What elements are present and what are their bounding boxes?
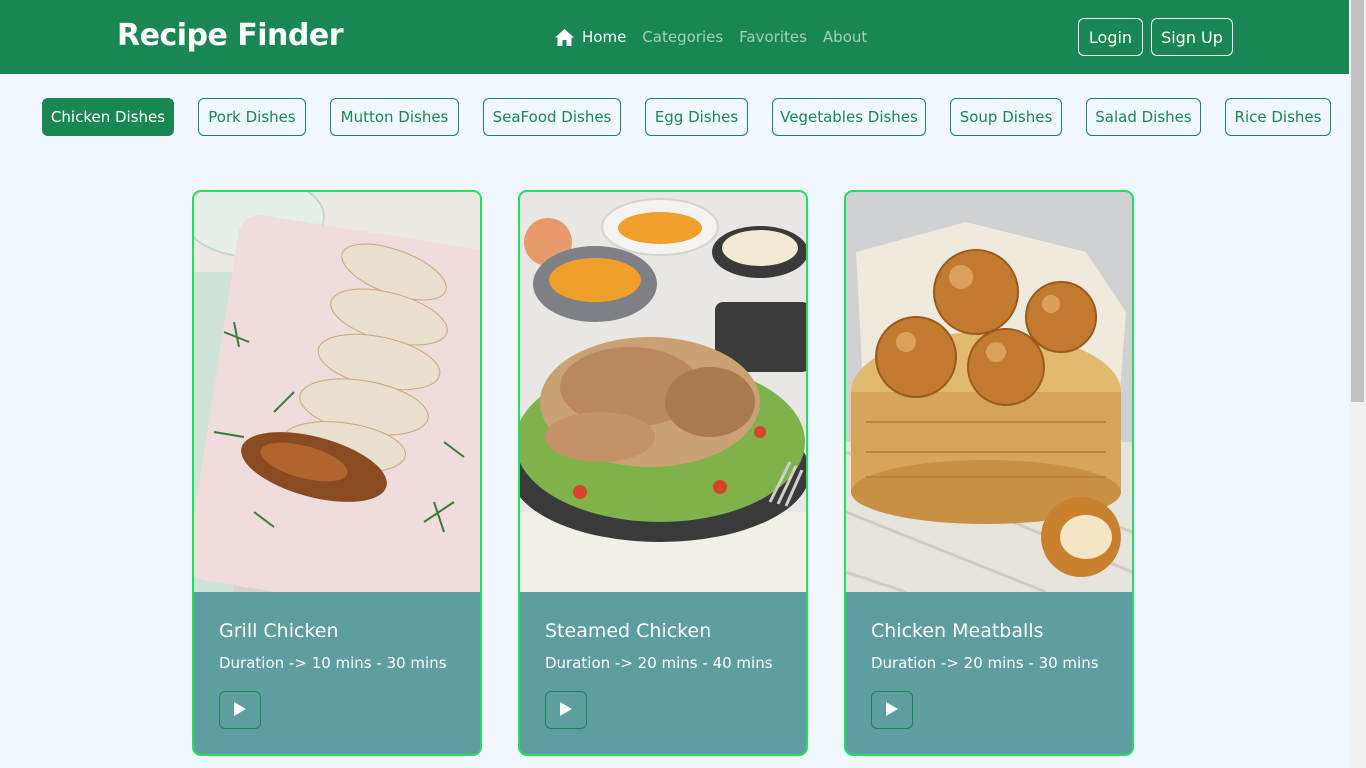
category-chicken-dishes[interactable]: Chicken Dishes (42, 98, 174, 136)
category-soup-dishes[interactable]: Soup Dishes (950, 98, 1062, 136)
fried-meatballs-photo[interactable] (846, 192, 1132, 592)
page-scrollbar-thumb[interactable] (1351, 0, 1364, 402)
recipe-card-body: Grill Chicken Duration -> 10 mins - 30 m… (194, 592, 480, 754)
recipe-card[interactable]: Steamed Chicken Duration -> 20 mins - 40… (518, 190, 808, 756)
play-button[interactable] (219, 691, 261, 729)
main-nav: Home Categories Favorites About (555, 28, 867, 46)
recipe-card[interactable]: Chicken Meatballs Duration -> 20 mins - … (844, 190, 1134, 756)
category-pork-dishes[interactable]: Pork Dishes (198, 98, 306, 136)
play-button[interactable] (545, 691, 587, 729)
signup-button[interactable]: Sign Up (1151, 18, 1233, 56)
play-icon (886, 701, 898, 720)
play-icon (234, 701, 246, 720)
recipe-title: Grill Chicken (219, 620, 339, 642)
recipe-duration: Duration -> 20 mins - 30 mins (871, 654, 1099, 672)
recipe-card[interactable]: Grill Chicken Duration -> 10 mins - 30 m… (192, 190, 482, 756)
recipe-duration: Duration -> 20 mins - 40 mins (545, 654, 773, 672)
brand-logo[interactable]: Recipe Finder (117, 18, 344, 53)
play-button[interactable] (871, 691, 913, 729)
category-egg-dishes[interactable]: Egg Dishes (645, 98, 748, 136)
recipe-title: Chicken Meatballs (871, 620, 1044, 642)
category-rice-dishes[interactable]: Rice Dishes (1225, 98, 1331, 136)
nav-categories[interactable]: Categories (642, 28, 723, 46)
play-icon (560, 701, 572, 720)
grilled-chicken-photo[interactable] (194, 192, 480, 592)
home-icon (555, 28, 574, 46)
login-button[interactable]: Login (1078, 18, 1143, 56)
recipe-card-body: Steamed Chicken Duration -> 20 mins - 40… (520, 592, 806, 754)
nav-home-label: Home (582, 28, 627, 46)
roast-chicken-photo[interactable] (520, 192, 806, 592)
nav-about[interactable]: About (823, 28, 867, 46)
nav-home[interactable]: Home (555, 28, 626, 46)
category-mutton-dishes[interactable]: Mutton Dishes (330, 98, 459, 136)
recipe-duration: Duration -> 10 mins - 30 mins (219, 654, 447, 672)
nav-favorites[interactable]: Favorites (739, 28, 807, 46)
top-navbar: Recipe Finder Home Categories Favorites … (0, 0, 1349, 74)
recipe-card-body: Chicken Meatballs Duration -> 20 mins - … (846, 592, 1132, 754)
category-salad-dishes[interactable]: Salad Dishes (1086, 98, 1201, 136)
category-vegetables-dishes[interactable]: Vegetables Dishes (772, 98, 926, 136)
category-seafood-dishes[interactable]: SeaFood Dishes (483, 98, 621, 136)
recipe-title: Steamed Chicken (545, 620, 712, 642)
